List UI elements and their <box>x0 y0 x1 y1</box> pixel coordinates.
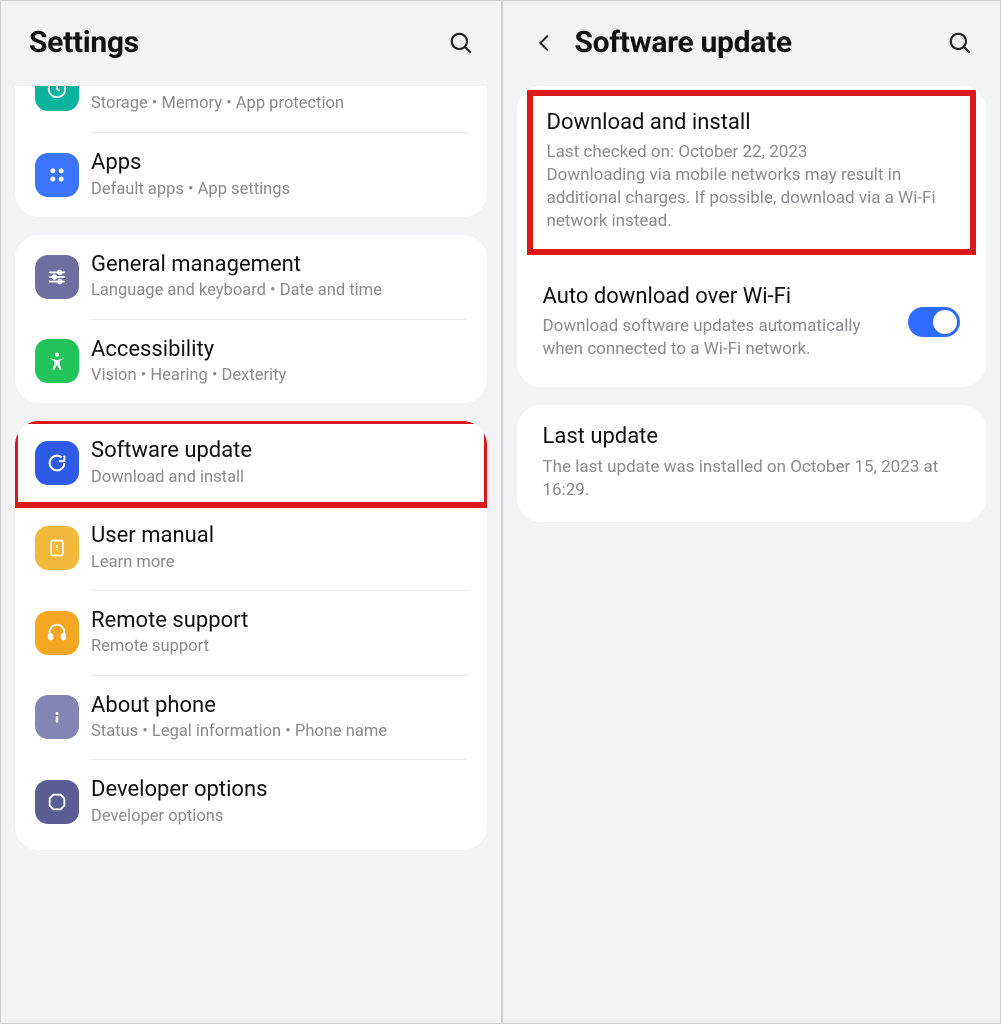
settings-item-software-update[interactable]: Software update Download and install <box>15 421 487 505</box>
settings-item-sub: Vision • Hearing • Dexterity <box>91 365 467 387</box>
support-icon <box>35 611 79 655</box>
page-title: Software update <box>575 25 931 60</box>
auto-download-wifi[interactable]: Auto download over Wi-Fi Download softwa… <box>517 265 987 381</box>
settings-item-sub: Default apps • App settings <box>91 179 467 201</box>
settings-item-label: Software update <box>91 437 467 465</box>
settings-item-sub: Status • Legal information • Phone name <box>91 721 467 743</box>
settings-group: Software update Download and install Use… <box>15 421 487 850</box>
update-group: Download and install Last checked on: Oc… <box>517 86 987 387</box>
search-icon[interactable] <box>447 29 475 57</box>
back-icon[interactable] <box>531 29 559 57</box>
settings-item-apps[interactable]: Apps Default apps • App settings <box>15 133 487 217</box>
settings-item-sub: Download and install <box>91 467 467 489</box>
settings-item-about-phone[interactable]: About phone Status • Legal information •… <box>15 676 487 760</box>
settings-item-label: Accessibility <box>91 336 467 364</box>
settings-item-label: Developer options <box>91 776 467 804</box>
settings-item-label: Apps <box>91 149 467 177</box>
last-update[interactable]: Last update The last update was installe… <box>517 405 987 521</box>
settings-item-accessibility[interactable]: Accessibility Vision • Hearing • Dexteri… <box>15 320 487 404</box>
settings-item-sub: Learn more <box>91 552 467 574</box>
settings-item-label: Remote support <box>91 607 467 635</box>
settings-item-sub: Storage • Memory • App protection <box>91 93 467 115</box>
settings-item-label: User manual <box>91 522 467 550</box>
settings-item-sub: Remote support <box>91 636 467 658</box>
device-care-icon <box>35 86 79 111</box>
last-update-group: Last update The last update was installe… <box>517 405 987 521</box>
settings-item-user-manual[interactable]: User manual Learn more <box>15 506 487 590</box>
settings-group: Device care Storage • Memory • App prote… <box>15 86 487 217</box>
page-title: Settings <box>29 25 431 60</box>
settings-item-sub: Language and keyboard • Date and time <box>91 280 467 302</box>
settings-item-label: Device care <box>91 86 467 91</box>
settings-item-device-care[interactable]: Device care Storage • Memory • App prote… <box>15 86 487 132</box>
last-update-title: Last update <box>543 423 961 452</box>
auto-download-toggle[interactable] <box>908 307 960 337</box>
settings-item-label: General management <box>91 251 467 279</box>
dev-icon <box>35 780 79 824</box>
update-header: Software update <box>503 1 1001 86</box>
settings-pane: Settings Device care Storage • Memory • … <box>1 1 501 1023</box>
apps-icon <box>35 153 79 197</box>
auto-download-title: Auto download over Wi-Fi <box>543 283 895 312</box>
download-title: Download and install <box>547 110 957 135</box>
download-desc: Last checked on: October 22, 2023 Downlo… <box>547 141 957 233</box>
accessibility-icon <box>35 339 79 383</box>
settings-item-label: About phone <box>91 692 467 720</box>
last-update-desc: The last update was installed on October… <box>543 456 961 502</box>
software-update-pane: Software update Download and install Las… <box>501 1 1001 1023</box>
download-and-install[interactable]: Download and install Last checked on: Oc… <box>527 90 977 255</box>
general-icon <box>35 255 79 299</box>
auto-download-desc: Download software updates automatically … <box>543 315 895 361</box>
about-icon <box>35 695 79 739</box>
settings-item-developer-options[interactable]: Developer options Developer options <box>15 760 487 844</box>
settings-item-remote-support[interactable]: Remote support Remote support <box>15 591 487 675</box>
update-icon <box>35 441 79 485</box>
manual-icon <box>35 526 79 570</box>
settings-item-sub: Developer options <box>91 806 467 828</box>
settings-header: Settings <box>1 1 501 86</box>
settings-item-general-management[interactable]: General management Language and keyboard… <box>15 235 487 319</box>
search-icon[interactable] <box>946 29 974 57</box>
settings-group: General management Language and keyboard… <box>15 235 487 404</box>
